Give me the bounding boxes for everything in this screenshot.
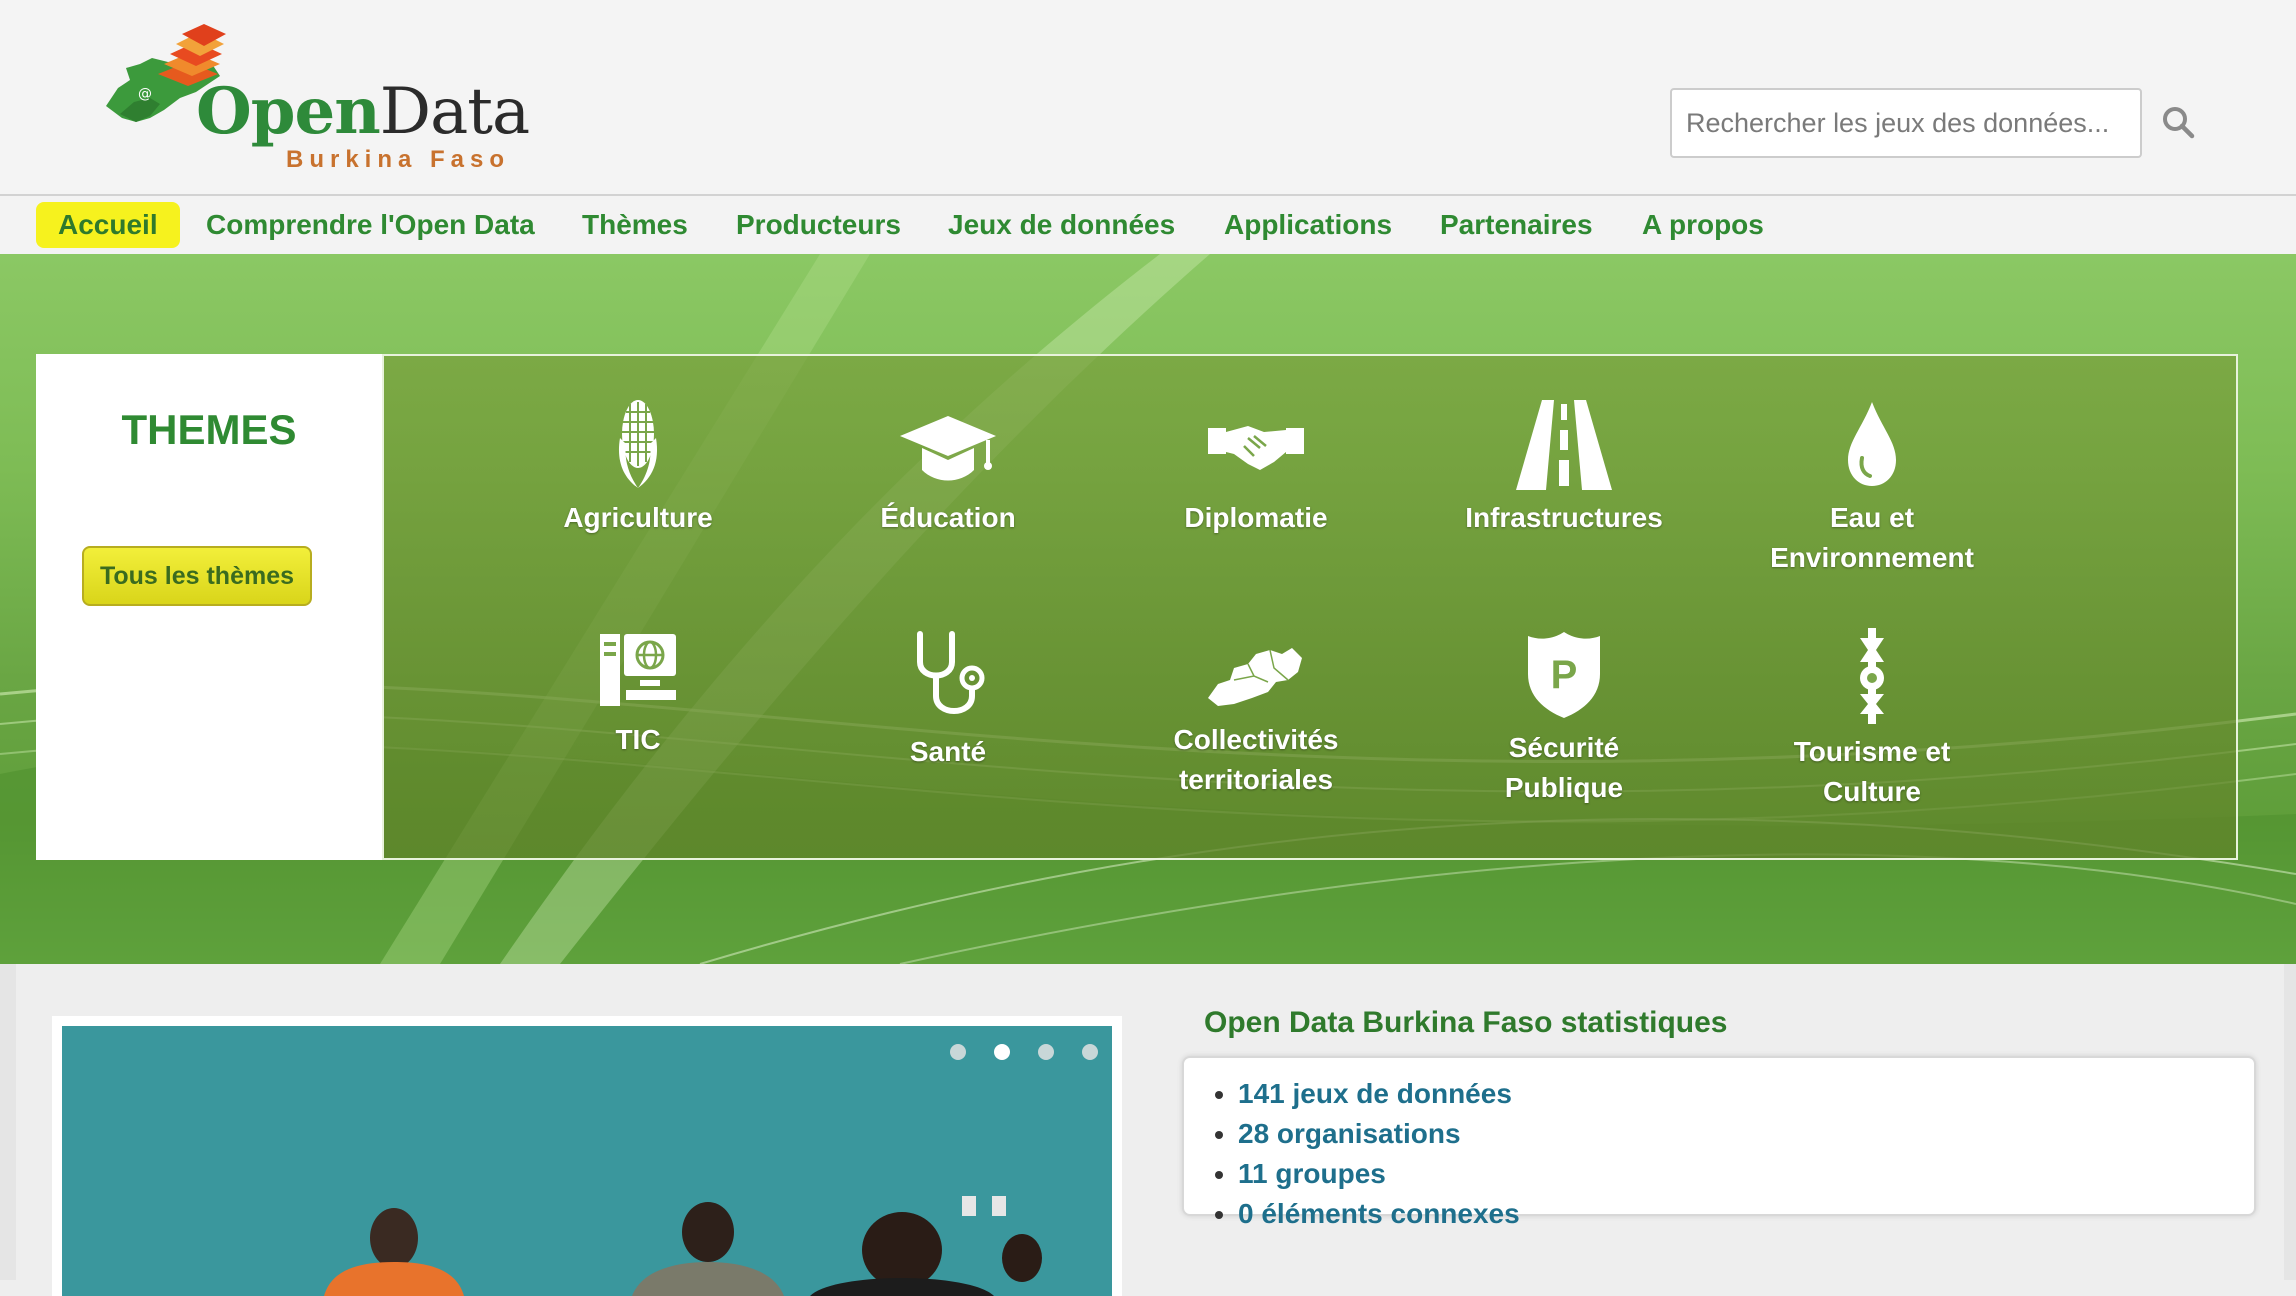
theme-label: Sécurité [1508, 732, 1620, 763]
stats-panel: 141 jeux de données 28 organisations 11 … [1182, 1056, 2256, 1229]
carousel-dot-2[interactable] [994, 1044, 1010, 1060]
main-inner: Open Data Burkina Faso statistiques 141 … [16, 964, 2284, 1296]
nav-item-accueil[interactable]: Accueil [36, 202, 180, 248]
theme-label: Tourisme et [1793, 736, 1951, 767]
logo-open-text: Open [196, 74, 381, 149]
theme-infrastructures[interactable]: Infrastructures [1424, 398, 1704, 538]
theme-label: Agriculture [563, 502, 713, 533]
svg-text:@: @ [138, 86, 152, 102]
carousel-indicators [922, 1044, 1098, 1065]
corn-icon [618, 400, 658, 488]
theme-label: Santé [909, 736, 987, 767]
theme-label-line2: Environnement [1770, 542, 1974, 573]
nav-item-jeux-de-donnees[interactable]: Jeux de données [926, 202, 1197, 248]
carousel-dot-3[interactable] [1038, 1044, 1054, 1060]
main-content: Open Data Burkina Faso statistiques 141 … [0, 964, 2296, 1296]
themes-hero: THEMES Tous les thèmes Agriculture Éduca… [0, 254, 2296, 964]
police-badge-icon: P [1528, 632, 1600, 718]
theme-diplomatie[interactable]: Diplomatie [1116, 398, 1396, 538]
computer-icon [600, 634, 676, 706]
nav-item-a-propos[interactable]: A propos [1620, 202, 1786, 248]
photo-carousel[interactable] [52, 1016, 1122, 1296]
themes-sidebar: THEMES Tous les thèmes [36, 354, 382, 860]
handshake-icon [1208, 426, 1304, 470]
search-icon [2163, 107, 2195, 139]
stat-groups-link[interactable]: 11 groupes [1238, 1154, 2254, 1194]
stat-datasets-link[interactable]: 141 jeux de données [1238, 1074, 2254, 1114]
stats-heading: Open Data Burkina Faso statistiques [1204, 1006, 1728, 1039]
theme-label: Diplomatie [1184, 502, 1328, 533]
map-icon [1208, 648, 1302, 706]
nav-item-themes[interactable]: Thèmes [560, 202, 710, 248]
svg-text:P: P [1551, 653, 1578, 697]
carousel-slide [62, 1026, 1112, 1296]
main-nav: Accueil Comprendre l'Open Data Thèmes Pr… [0, 196, 2296, 254]
site-header: @ OpenData Burkina Faso [0, 0, 2296, 196]
theme-label: Infrastructures [1465, 502, 1663, 533]
themes-grid: Agriculture Éducation Diplomatie Infrast… [382, 354, 2238, 860]
water-drop-icon [1848, 402, 1896, 486]
all-themes-button[interactable]: Tous les thèmes [82, 546, 312, 606]
search-button[interactable] [2158, 102, 2200, 144]
opendata-logo[interactable]: @ OpenData Burkina Faso [100, 18, 530, 178]
theme-agriculture[interactable]: Agriculture [498, 398, 778, 538]
stat-related-items-link[interactable]: 0 éléments connexes [1238, 1194, 2254, 1234]
carousel-dot-4[interactable] [1082, 1044, 1098, 1060]
logo-data-text: Data [379, 75, 530, 149]
theme-education[interactable]: Éducation [808, 398, 1088, 538]
search-input[interactable] [1670, 88, 2142, 158]
carousel-dot-1[interactable] [950, 1044, 966, 1060]
stethoscope-icon [917, 631, 985, 714]
theme-label: Collectivités [1173, 724, 1339, 755]
theme-label: Eau et [1829, 502, 1915, 533]
theme-label: Éducation [880, 502, 1016, 533]
nav-item-comprendre[interactable]: Comprendre l'Open Data [184, 202, 557, 248]
themes-heading: THEMES [121, 406, 297, 453]
theme-label-line2: Publique [1504, 772, 1624, 803]
theme-label: TIC [615, 724, 661, 755]
graduation-cap-icon [900, 416, 996, 481]
theme-securite-publique[interactable]: P Sécurité Publique [1424, 628, 1704, 808]
stats-list: 141 jeux de données 28 organisations 11 … [1184, 1074, 2254, 1234]
theme-tourisme-culture[interactable]: Tourisme et Culture [1732, 628, 2012, 812]
theme-label-line2: territoriales [1178, 764, 1334, 795]
theme-eau-environnement[interactable]: Eau et Environnement [1732, 398, 2012, 578]
road-icon [1516, 400, 1612, 490]
theme-tic[interactable]: TIC [498, 628, 778, 760]
nav-item-producteurs[interactable]: Producteurs [714, 202, 923, 248]
theme-sante[interactable]: Santé [808, 628, 1088, 772]
theme-collectivites[interactable]: Collectivités territoriales [1116, 628, 1396, 800]
carousel-photo [62, 1026, 1112, 1296]
stat-organizations-link[interactable]: 28 organisations [1238, 1114, 2254, 1154]
totem-icon [1860, 628, 1884, 724]
logo-subtitle: Burkina Faso [286, 146, 511, 173]
theme-label-line2: Culture [1823, 776, 1921, 807]
nav-item-partenaires[interactable]: Partenaires [1418, 202, 1615, 248]
logo-wordmark: OpenData [196, 80, 530, 145]
nav-item-applications[interactable]: Applications [1202, 202, 1414, 248]
